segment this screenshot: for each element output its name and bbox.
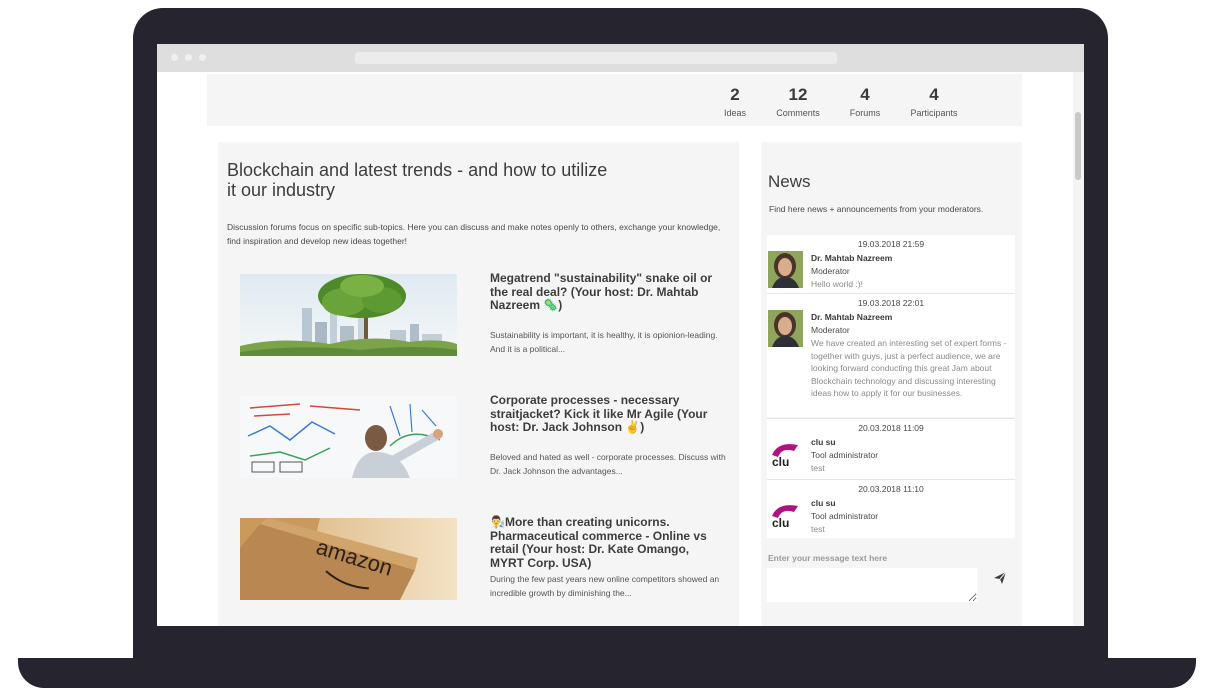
news-subtitle: Find here news + announcements from your… bbox=[769, 204, 984, 214]
stat-value: 12 bbox=[788, 85, 808, 104]
message-author[interactable]: clu su bbox=[811, 498, 836, 508]
topic-excerpt: During the few past years new online com… bbox=[490, 574, 720, 598]
message-text: We have created an interesting set of ex… bbox=[811, 338, 1007, 398]
paper-plane-icon bbox=[994, 571, 1007, 584]
message-input-label: Enter your message text here bbox=[768, 553, 888, 563]
message-role: Tool administrator bbox=[811, 511, 879, 521]
window-dot[interactable] bbox=[199, 54, 206, 61]
forum-description: Discussion forums focus on specific sub-… bbox=[227, 222, 721, 246]
stat-label: Participants bbox=[910, 108, 958, 118]
topic-card[interactable]: amazon 👨‍🔬More than creating unicorns. P… bbox=[240, 515, 730, 603]
message-date: 20.03.2018 11:09 bbox=[858, 423, 924, 433]
whiteboard-image[interactable] bbox=[240, 396, 457, 478]
message-author[interactable]: clu su bbox=[811, 437, 836, 447]
laptop-base bbox=[18, 658, 1196, 688]
page-title: Blockchain and latest trends - and how t… bbox=[227, 160, 608, 200]
person-avatar[interactable] bbox=[768, 310, 803, 347]
news-title: News bbox=[768, 172, 811, 191]
topic-card[interactable]: Corporate processes - necessary straitja… bbox=[240, 393, 730, 481]
topic-title[interactable]: 👨‍🔬More than creating unicorns. Pharmace… bbox=[490, 515, 722, 570]
stat-participants[interactable]: 4 Participants bbox=[910, 85, 958, 119]
clu-logo[interactable]: clu bbox=[768, 496, 803, 533]
topic-excerpt: Beloved and hated as well - corporate pr… bbox=[490, 452, 726, 476]
message-author[interactable]: Dr. Mahtab Nazreem bbox=[811, 312, 892, 322]
laptop-screen: 2 Ideas 12 Comments 4 Forums 4 Participa… bbox=[157, 44, 1084, 626]
message-role: Moderator bbox=[811, 325, 850, 335]
message-text: test bbox=[811, 463, 825, 473]
message-role: Moderator bbox=[811, 266, 850, 276]
stats-bar: 2 Ideas 12 Comments 4 Forums 4 Participa… bbox=[207, 74, 1022, 126]
scrollbar-thumb[interactable] bbox=[1075, 112, 1081, 180]
browser-chrome bbox=[157, 44, 1084, 72]
message-author[interactable]: Dr. Mahtab Nazreem bbox=[811, 253, 892, 263]
news-message: 19.03.2018 22:01 Dr. Mahtab Nazreem Mode… bbox=[767, 294, 1015, 417]
send-button[interactable] bbox=[992, 570, 1008, 586]
stat-value: 4 bbox=[929, 85, 939, 104]
forum-panel: Blockchain and latest trends - and how t… bbox=[218, 142, 739, 626]
stat-comments[interactable]: 12 Comments bbox=[776, 85, 820, 119]
clu-logo-text: clu bbox=[772, 516, 789, 530]
message-role: Tool administrator bbox=[811, 450, 879, 460]
news-panel: News Find here news + announcements from… bbox=[761, 142, 1022, 626]
tree-city-image[interactable] bbox=[240, 274, 457, 356]
message-input[interactable] bbox=[767, 568, 977, 602]
stat-value: 2 bbox=[730, 85, 740, 104]
news-message: 20.03.2018 11:10 clu clu su Tool adminis… bbox=[767, 480, 1015, 538]
message-text: test bbox=[811, 524, 825, 534]
stat-ideas[interactable]: 2 Ideas bbox=[723, 85, 747, 119]
news-message: 20.03.2018 11:09 clu clu su Tool adminis… bbox=[767, 419, 1015, 479]
message-date: 19.03.2018 22:01 bbox=[857, 298, 925, 308]
topic-excerpt: Sustainability is important, it is healt… bbox=[490, 330, 718, 354]
message-date: 20.03.2018 11:10 bbox=[858, 484, 924, 494]
stat-value: 4 bbox=[860, 85, 870, 104]
topic-card[interactable]: Megatrend "sustainability" snake oil or … bbox=[240, 271, 730, 359]
topic-title[interactable]: Megatrend "sustainability" snake oil or … bbox=[490, 271, 722, 313]
clu-logo[interactable]: clu bbox=[768, 435, 803, 472]
message-text: Hello world :)! bbox=[811, 279, 863, 289]
address-bar[interactable] bbox=[355, 52, 837, 64]
window-dot[interactable] bbox=[185, 54, 192, 61]
news-message: 19.03.2018 21:59 Dr. Mahtab Nazreem Mode… bbox=[767, 235, 1015, 293]
message-date: 19.03.2018 21:59 bbox=[857, 239, 925, 249]
topic-title[interactable]: Corporate processes - necessary straitja… bbox=[490, 393, 722, 435]
person-avatar[interactable] bbox=[768, 251, 803, 288]
stat-forums[interactable]: 4 Forums bbox=[849, 85, 881, 119]
clu-logo-text: clu bbox=[772, 455, 789, 469]
amazon-box-image[interactable]: amazon bbox=[240, 518, 457, 600]
stat-label: Forums bbox=[849, 108, 881, 118]
window-dot[interactable] bbox=[171, 54, 178, 61]
stat-label: Ideas bbox=[723, 108, 747, 118]
stat-label: Comments bbox=[776, 108, 820, 118]
